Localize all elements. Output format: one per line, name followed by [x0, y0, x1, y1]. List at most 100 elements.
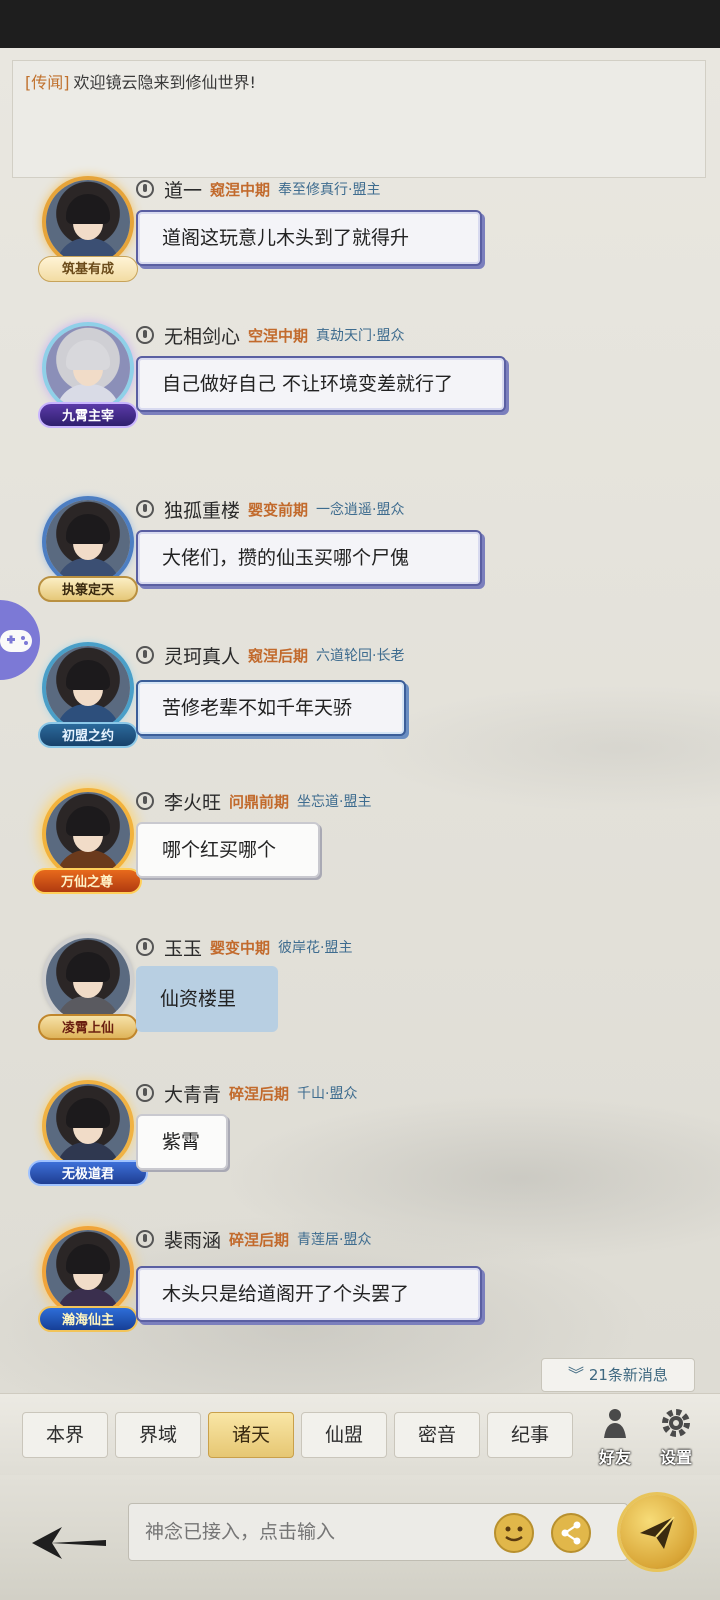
tab-xianmeng[interactable]: 仙盟 [301, 1412, 387, 1458]
voice-icon [136, 180, 154, 198]
message-bubble[interactable]: 木头只是给道阁开了个头罢了 [136, 1266, 482, 1322]
friends-label: 好友 [598, 1448, 631, 1467]
avatar-portrait [46, 326, 130, 410]
sender-sect: 彼岸花·盟主 [278, 940, 353, 956]
voice-icon [136, 938, 154, 956]
avatar-portrait [46, 646, 130, 730]
message-bubble[interactable]: 仙资楼里 [136, 966, 278, 1032]
voice-icon [136, 792, 154, 810]
message-bubble[interactable]: 苦修老辈不如千年天骄 [136, 680, 406, 736]
sender-realm: 碎涅后期 [229, 1084, 290, 1103]
title-badge: 初盟之约 [38, 722, 138, 748]
sender-realm: 婴变前期 [248, 500, 309, 519]
rumor-text: 欢迎镜云隐来到修仙世界! [73, 73, 256, 92]
voice-icon [136, 1084, 154, 1102]
channel-tabbar: 本界 界域 诸天 仙盟 密音 纪事 好友 设置 [0, 1393, 720, 1476]
sender-sect: 奉至修真行·盟主 [278, 182, 381, 198]
friends-icon [604, 1409, 626, 1438]
sender-name[interactable]: 李火旺 [164, 788, 221, 815]
avatar[interactable]: 万仙之尊 [32, 788, 142, 898]
voice-icon [136, 1230, 154, 1248]
share-button[interactable] [551, 1513, 591, 1553]
avatar[interactable]: 初盟之约 [38, 642, 138, 752]
title-badge: 九霄主宰 [38, 402, 138, 428]
message-bubble[interactable]: 大佬们，攒的仙玉买哪个尸傀 [136, 530, 482, 586]
title-badge: 执箓定天 [38, 576, 138, 602]
sender-sect: 六道轮回·长老 [316, 648, 405, 664]
tab-jieyu[interactable]: 界域 [115, 1412, 201, 1458]
gamepad-icon [0, 630, 32, 652]
new-messages-button[interactable]: ︾ 21条新消息 [541, 1358, 695, 1392]
send-icon [640, 1516, 675, 1549]
sender-row: 灵珂真人 窥涅后期 六道轮回·长老 [136, 642, 404, 668]
gear-icon [662, 1409, 690, 1437]
new-messages-label: 21条新消息 [588, 1366, 668, 1384]
avatar[interactable]: 凌霄上仙 [38, 934, 138, 1044]
sender-realm: 空涅中期 [248, 326, 309, 345]
rumor-notice: [传闻] 欢迎镜云隐来到修仙世界! [12, 60, 706, 178]
sender-name[interactable]: 无相剑心 [164, 322, 240, 349]
tab-zhutian[interactable]: 诸天 [208, 1412, 294, 1458]
friends-button[interactable]: 好友 [587, 1404, 643, 1468]
tab-miyin[interactable]: 密音 [394, 1412, 480, 1458]
sender-realm: 问鼎前期 [229, 792, 290, 811]
tab-benjie[interactable]: 本界 [22, 1412, 108, 1458]
sender-row: 道一 窥涅中期 奉至修真行·盟主 [136, 176, 380, 202]
title-badge: 万仙之尊 [32, 868, 142, 894]
chevron-down-icon: ︾ [568, 1365, 585, 1384]
voice-icon [136, 326, 154, 344]
sender-name[interactable]: 裴雨涵 [164, 1226, 221, 1253]
emoji-button[interactable] [494, 1513, 534, 1553]
sender-row: 玉玉 婴变中期 彼岸花·盟主 [136, 934, 352, 960]
avatar[interactable]: 瀚海仙主 [38, 1226, 138, 1336]
sender-row: 裴雨涵 碎涅后期 青莲居·盟众 [136, 1226, 371, 1252]
voice-icon [136, 500, 154, 518]
sender-sect: 坐忘道·盟主 [297, 794, 372, 810]
title-badge: 瀚海仙主 [38, 1306, 138, 1332]
title-badge: 筑基有成 [38, 256, 138, 282]
message-bubble[interactable]: 哪个红买哪个 [136, 822, 320, 878]
sender-name[interactable]: 灵珂真人 [164, 642, 240, 669]
settings-label: 设置 [659, 1448, 692, 1467]
sender-name[interactable]: 大青青 [164, 1080, 221, 1107]
sender-realm: 碎涅后期 [229, 1230, 290, 1249]
share-icon [561, 1521, 581, 1545]
send-button[interactable] [620, 1495, 694, 1569]
sender-name[interactable]: 玉玉 [164, 934, 202, 961]
avatar[interactable]: 执箓定天 [38, 496, 138, 606]
sender-row: 大青青 碎涅后期 千山·盟众 [136, 1080, 357, 1106]
message-bubble[interactable]: 紫霄 [136, 1114, 228, 1170]
avatar-portrait [46, 1230, 130, 1314]
sender-realm: 婴变中期 [210, 938, 271, 957]
sender-name[interactable]: 道一 [164, 176, 202, 203]
sender-row: 无相剑心 空涅中期 真劫天门·盟众 [136, 322, 404, 348]
sender-row: 独孤重楼 婴变前期 一念逍遥·盟众 [136, 496, 404, 522]
game-controller-float-button[interactable] [0, 600, 40, 680]
back-arrow-icon[interactable] [28, 1523, 108, 1563]
sender-name[interactable]: 独孤重楼 [164, 496, 240, 523]
chat-stage[interactable]: [传闻] 欢迎镜云隐来到修仙世界! 筑基有成 道一 窥涅中期 奉至修真行·盟主 道… [0, 48, 720, 1393]
sender-sect: 一念逍遥·盟众 [316, 502, 405, 518]
status-bar [0, 0, 720, 48]
title-badge: 凌霄上仙 [38, 1014, 138, 1040]
avatar[interactable]: 九霄主宰 [38, 322, 138, 432]
voice-icon [136, 646, 154, 664]
sender-realm: 窥涅中期 [210, 180, 271, 199]
avatar-portrait [46, 792, 130, 876]
sender-sect: 千山·盟众 [297, 1086, 358, 1102]
avatar[interactable]: 无极道君 [28, 1080, 148, 1190]
message-bubble[interactable]: 道阁这玩意儿木头到了就得升 [136, 210, 482, 266]
sender-sect: 真劫天门·盟众 [316, 328, 405, 344]
message-bubble[interactable]: 自己做好自己 不让环境变差就行了 [136, 356, 506, 412]
sender-realm: 窥涅后期 [248, 646, 309, 665]
emoji-icon [505, 1526, 523, 1542]
avatar-portrait [46, 500, 130, 584]
sender-row: 李火旺 问鼎前期 坐忘道·盟主 [136, 788, 371, 814]
avatar-portrait [46, 938, 130, 1022]
tab-jishi[interactable]: 纪事 [487, 1412, 573, 1458]
sender-sect: 青莲居·盟众 [297, 1232, 372, 1248]
avatar-portrait [46, 1084, 130, 1168]
title-badge: 无极道君 [28, 1160, 148, 1186]
settings-button[interactable]: 设置 [648, 1404, 704, 1468]
avatar[interactable]: 筑基有成 [38, 176, 138, 286]
